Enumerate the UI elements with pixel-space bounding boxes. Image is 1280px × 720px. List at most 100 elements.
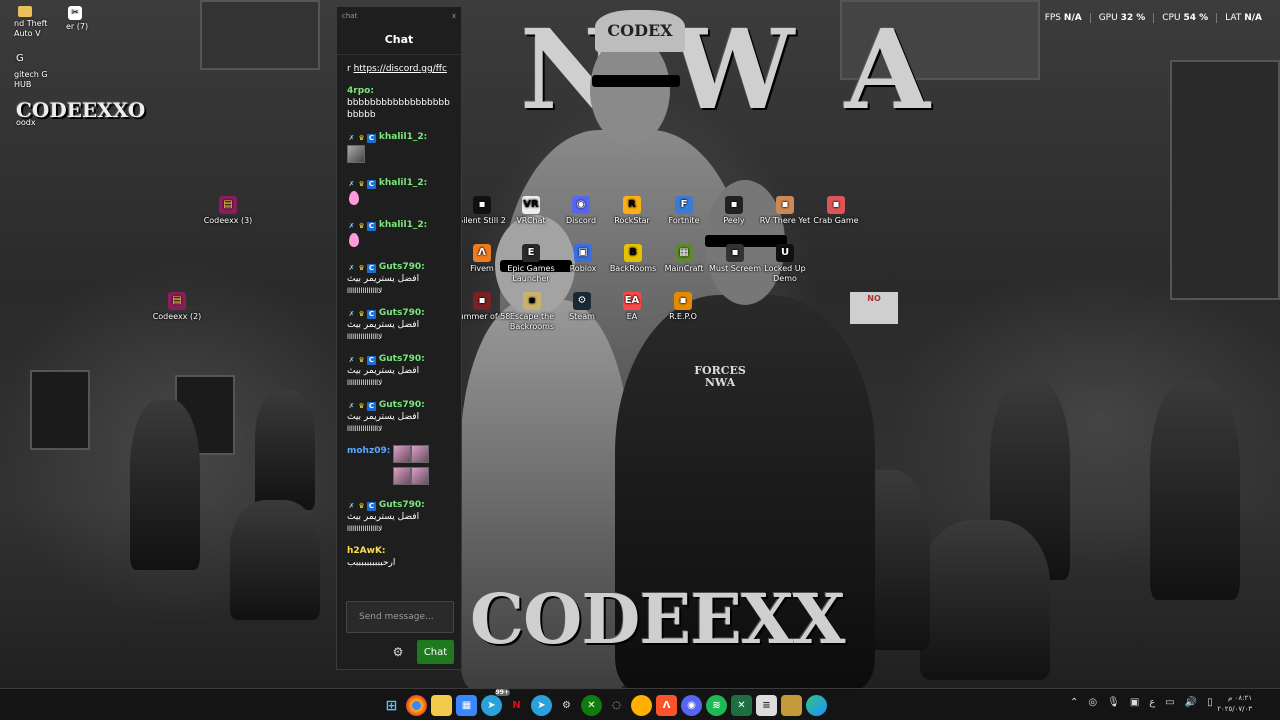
- chat-window-title: chat: [342, 12, 358, 20]
- sword-badge-icon: ✗: [348, 134, 355, 142]
- discord-icon: ◉: [572, 196, 590, 214]
- settings-icon[interactable]: ⚙: [556, 695, 577, 716]
- desktop-icon-repo[interactable]: ▪ R.E.P.O: [653, 292, 713, 322]
- chat-username[interactable]: khalil1_2:: [379, 220, 427, 230]
- file-explorer-icon[interactable]: [431, 695, 452, 716]
- chat-username[interactable]: khalil1_2:: [379, 178, 427, 188]
- edge-icon[interactable]: [806, 695, 827, 716]
- sword-badge-icon: ✗: [348, 264, 355, 272]
- battery-icon[interactable]: ▯: [1207, 697, 1213, 708]
- chat-titlebar[interactable]: chat x: [337, 7, 461, 25]
- network-icon[interactable]: ◎: [1088, 697, 1097, 708]
- crown-badge-icon: ♛: [358, 356, 365, 364]
- app-tray-icon[interactable]: ▣: [1130, 697, 1139, 708]
- chat-message-text: افضل يستريمر بيث: [347, 512, 420, 522]
- brave-icon[interactable]: Λ: [656, 695, 677, 716]
- taskbar-clock[interactable]: ٠٨:٢١ م ٢٠٢٥/٠٧/٠٣: [1217, 693, 1252, 715]
- chat-message-text: llllllllllllllllلا: [347, 525, 383, 533]
- user-badges: ✗ ♛ C: [347, 402, 376, 411]
- chat-window[interactable]: chat x Chat r https://discord.gg/ffc 4rp…: [336, 6, 462, 670]
- chat-message: 4rpo: bbbbbbbbbbbbbbbbbbbbbbb: [347, 85, 451, 121]
- ea-icon: EA: [623, 292, 641, 310]
- language-indicator[interactable]: ع: [1149, 697, 1155, 708]
- desktop-icon-rockstar[interactable]: R RockStar: [602, 196, 662, 226]
- notification-badge: 99+: [494, 689, 510, 696]
- chat-username[interactable]: Guts790:: [379, 354, 425, 364]
- desktop-icon-logitech[interactable]: G gitech G HUB: [14, 54, 48, 90]
- sword-badge-icon: ✗: [348, 310, 355, 318]
- desktop-icon-label: RockStar: [614, 216, 650, 225]
- store-icon[interactable]: ▦: [456, 695, 477, 716]
- chat-username[interactable]: Guts790:: [379, 262, 425, 272]
- chat-username[interactable]: khalil1_2:: [379, 132, 427, 142]
- chat-username[interactable]: Guts790:: [379, 308, 425, 318]
- volume-icon[interactable]: 🔊: [1185, 697, 1197, 708]
- wallpaper-figure: [920, 520, 1050, 680]
- desktop-icon-locked-up-demo[interactable]: U Locked Up Demo: [755, 244, 815, 284]
- desktop-icon-capcut[interactable]: ✂ er (7): [66, 6, 88, 32]
- microphone-icon[interactable]: 🎙: [1107, 697, 1120, 708]
- telegram-icon[interactable]: ➤ 99+: [481, 689, 510, 716]
- windows-start-icon[interactable]: ⊞: [381, 695, 402, 716]
- chat-message-list[interactable]: r https://discord.gg/ffc 4rpo: bbbbbbbbb…: [337, 57, 461, 597]
- game-icon: ▪: [827, 196, 845, 214]
- spotify-icon[interactable]: ≋: [706, 695, 727, 716]
- telegram-icon[interactable]: ➤: [531, 695, 552, 716]
- discord-icon[interactable]: ◉: [681, 695, 702, 716]
- clock-time: ٠٨:٢١ م: [1228, 694, 1252, 702]
- logitech-icon: G: [16, 53, 24, 64]
- game-icon[interactable]: [781, 695, 802, 716]
- desktop-icon-label: HUB: [14, 80, 32, 89]
- netflix-icon[interactable]: N: [506, 695, 527, 716]
- chat-username[interactable]: 4rpo:: [347, 85, 451, 97]
- close-icon[interactable]: x: [452, 12, 456, 20]
- chat-username[interactable]: Guts790:: [379, 500, 425, 510]
- monitor-icon[interactable]: ▭: [1165, 697, 1174, 708]
- ce-badge-icon: C: [367, 180, 376, 189]
- app-icon[interactable]: [631, 695, 652, 716]
- fortnite-icon: F: [675, 196, 693, 214]
- wallpaper-figure: [130, 400, 200, 570]
- ce-badge-icon: C: [367, 264, 376, 273]
- user-badges: ✗ ♛ C: [347, 134, 376, 143]
- sticker-image[interactable]: [393, 445, 412, 463]
- desktop-icon-codex[interactable]: oodx: [16, 118, 36, 128]
- excel-icon[interactable]: ✕: [731, 695, 752, 716]
- wallpaper-figure: [1150, 380, 1240, 600]
- sticker-image[interactable]: [347, 145, 365, 163]
- loader-icon[interactable]: ◌: [606, 695, 627, 716]
- xbox-icon[interactable]: ✕: [581, 695, 602, 716]
- chat-username[interactable]: Guts790:: [379, 400, 425, 410]
- user-badges: ✗ ♛ C: [347, 180, 376, 189]
- taskbar: ⊞ ▦ ➤ 99+ N ➤ ⚙ ✕ ◌ Λ ◉ ≋ ✕ ≡ ⌃ ◎ 🎙 ▣ ع ▭…: [0, 688, 1280, 720]
- desktop-icon-label: Auto V: [14, 29, 41, 38]
- sticker-image[interactable]: [411, 467, 430, 485]
- wallpaper-cap: CODEX: [595, 10, 685, 52]
- sticker-image[interactable]: [393, 467, 412, 485]
- chat-message: ✗ ♛ C khalil1_2:: [347, 131, 451, 167]
- gear-icon[interactable]: ⚙: [391, 645, 405, 659]
- sticker-image[interactable]: [411, 445, 430, 463]
- desktop-icon-codeexx-2[interactable]: ▤ Codeexx (2): [147, 292, 207, 322]
- game-icon: ▪: [776, 196, 794, 214]
- chat-message: ✗ ♛ C Guts790: افضل يستريمر بيث llllllllll…: [347, 499, 451, 535]
- chat-username[interactable]: h2AwK:: [347, 545, 451, 557]
- desktop-icon-gta[interactable]: nd Theft Auto V: [14, 6, 47, 39]
- notepad-icon[interactable]: ≡: [756, 695, 777, 716]
- chat-message-link[interactable]: https://discord.gg/ffc: [354, 64, 447, 74]
- user-badges: ✗ ♛ C: [347, 356, 376, 365]
- ce-badge-icon: C: [367, 222, 376, 231]
- chat-message-input[interactable]: [346, 601, 454, 633]
- chrome-icon[interactable]: [406, 695, 427, 716]
- desktop-icon-epic-games[interactable]: E Epic Games Launcher: [501, 244, 561, 284]
- chat-message-text: ارحببببببببببب: [347, 558, 396, 568]
- wallpaper-window: [200, 0, 320, 70]
- chevron-up-icon[interactable]: ⌃: [1070, 697, 1078, 708]
- chat-username[interactable]: mohz09:: [347, 446, 390, 456]
- desktop-icon-codeexx-3[interactable]: ▤ Codeexx (3): [198, 196, 258, 226]
- desktop-icon-crab-game[interactable]: ▪ Crab Game: [806, 196, 866, 226]
- chat-message: ✗ ♛ C Guts790: افضل يستريمر بيث llllllllll…: [347, 307, 451, 343]
- send-chat-button[interactable]: Chat: [417, 640, 454, 664]
- cpu-readout: CPU 54 %: [1153, 13, 1216, 23]
- desktop-icon-label: Crab Game: [813, 216, 859, 225]
